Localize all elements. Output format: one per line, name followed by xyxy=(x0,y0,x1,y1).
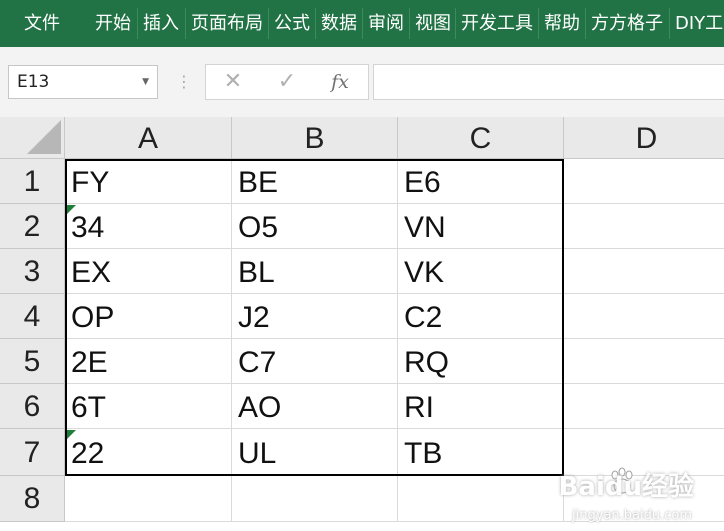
cell-c5[interactable]: RQ xyxy=(398,339,564,384)
tab-insert[interactable]: 插入 xyxy=(139,0,183,47)
tab-divider xyxy=(538,8,539,39)
row-header-6[interactable]: 6 xyxy=(0,384,65,429)
ribbon-tabs: 文件 开始 插入 页面布局 公式 数据 审阅 视图 开发工具 帮助 方方格子 D… xyxy=(0,0,724,47)
tab-divider xyxy=(137,8,138,39)
cell-d6[interactable] xyxy=(564,384,724,429)
formula-buttons: ✕ ✓ fx xyxy=(205,64,369,100)
tab-divider xyxy=(409,8,410,39)
cell-c2[interactable]: VN xyxy=(398,204,564,249)
row-header-7[interactable]: 7 xyxy=(0,429,65,476)
tab-developer[interactable]: 开发工具 xyxy=(457,0,537,47)
watermark-text: Baidu经验 xyxy=(558,472,694,502)
cell-d3[interactable] xyxy=(564,249,724,294)
tab-divider xyxy=(669,8,670,39)
error-indicator-icon[interactable] xyxy=(66,430,76,440)
enter-icon[interactable]: ✓ xyxy=(267,65,307,99)
tab-divider xyxy=(268,8,269,39)
tab-review[interactable]: 审阅 xyxy=(364,0,408,47)
tab-divider xyxy=(362,8,363,39)
row-header-3[interactable]: 3 xyxy=(0,249,65,294)
tab-formulas[interactable]: 公式 xyxy=(270,0,314,47)
cell-text: 34 xyxy=(71,211,105,244)
formula-input[interactable] xyxy=(373,64,724,100)
row-header-4[interactable]: 4 xyxy=(0,294,65,339)
cell-a1[interactable]: FY xyxy=(65,159,232,204)
tab-divider xyxy=(185,8,186,39)
column-header-c[interactable]: C xyxy=(398,117,564,159)
cell-b8[interactable] xyxy=(232,476,398,522)
cell-b2[interactable]: O5 xyxy=(232,204,398,249)
tab-divider xyxy=(585,8,586,39)
insert-function-icon[interactable]: fx xyxy=(320,65,360,99)
cell-c8[interactable] xyxy=(398,476,564,522)
tab-help[interactable]: 帮助 xyxy=(540,0,584,47)
cell-c7[interactable]: TB xyxy=(398,429,564,476)
cell-b1[interactable]: BE xyxy=(232,159,398,204)
name-box-value: E13 xyxy=(17,72,50,92)
tab-divider xyxy=(455,8,456,39)
cell-a8[interactable] xyxy=(65,476,232,522)
cell-c6[interactable]: RI xyxy=(398,384,564,429)
row-header-2[interactable]: 2 xyxy=(0,204,65,249)
cell-d1[interactable] xyxy=(564,159,724,204)
cell-b4[interactable]: J2 xyxy=(232,294,398,339)
cell-c4[interactable]: C2 xyxy=(398,294,564,339)
cell-a2[interactable]: 34 xyxy=(65,204,232,249)
tab-view[interactable]: 视图 xyxy=(411,0,455,47)
cell-d5[interactable] xyxy=(564,339,724,384)
tab-diy-toolbox[interactable]: DIY工具箱 xyxy=(671,0,724,47)
column-header-b[interactable]: B xyxy=(232,117,398,159)
tab-file[interactable]: 文件 xyxy=(20,0,64,47)
column-header-d[interactable]: D xyxy=(564,117,724,159)
tab-page-layout[interactable]: 页面布局 xyxy=(187,0,267,47)
cancel-icon[interactable]: ✕ xyxy=(213,65,253,99)
cell-a5[interactable]: 2E xyxy=(65,339,232,384)
error-indicator-icon[interactable] xyxy=(66,205,76,215)
drag-handle-icon[interactable]: ⋮ xyxy=(176,68,192,96)
cell-a3[interactable]: EX xyxy=(65,249,232,294)
row-header-8[interactable]: 8 xyxy=(0,476,65,522)
watermark-url: jingyan.baidu.com xyxy=(572,508,692,523)
tab-home[interactable]: 开始 xyxy=(91,0,135,47)
cell-c1[interactable]: E6 xyxy=(398,159,564,204)
cell-a4[interactable]: OP xyxy=(65,294,232,339)
name-box[interactable]: E13 ▼ xyxy=(8,65,158,99)
cell-b7[interactable]: UL xyxy=(232,429,398,476)
tab-data[interactable]: 数据 xyxy=(317,0,361,47)
cell-a6[interactable]: 6T xyxy=(65,384,232,429)
cell-b5[interactable]: C7 xyxy=(232,339,398,384)
tab-divider xyxy=(315,8,316,39)
row-header-5[interactable]: 5 xyxy=(0,339,65,384)
chevron-down-icon[interactable]: ▼ xyxy=(142,66,149,98)
cell-d2[interactable] xyxy=(564,204,724,249)
cell-b6[interactable]: AO xyxy=(232,384,398,429)
cell-a7[interactable]: 22 xyxy=(65,429,232,476)
cell-text: 22 xyxy=(71,437,105,470)
row-header-1[interactable]: 1 xyxy=(0,159,65,204)
cell-b3[interactable]: BL xyxy=(232,249,398,294)
tab-fangfang[interactable]: 方方格子 xyxy=(587,0,667,47)
cell-d4[interactable] xyxy=(564,294,724,339)
cell-c3[interactable]: VK xyxy=(398,249,564,294)
select-all-triangle-icon xyxy=(27,120,61,154)
select-all-button[interactable] xyxy=(0,117,65,159)
column-header-a[interactable]: A xyxy=(65,117,232,159)
